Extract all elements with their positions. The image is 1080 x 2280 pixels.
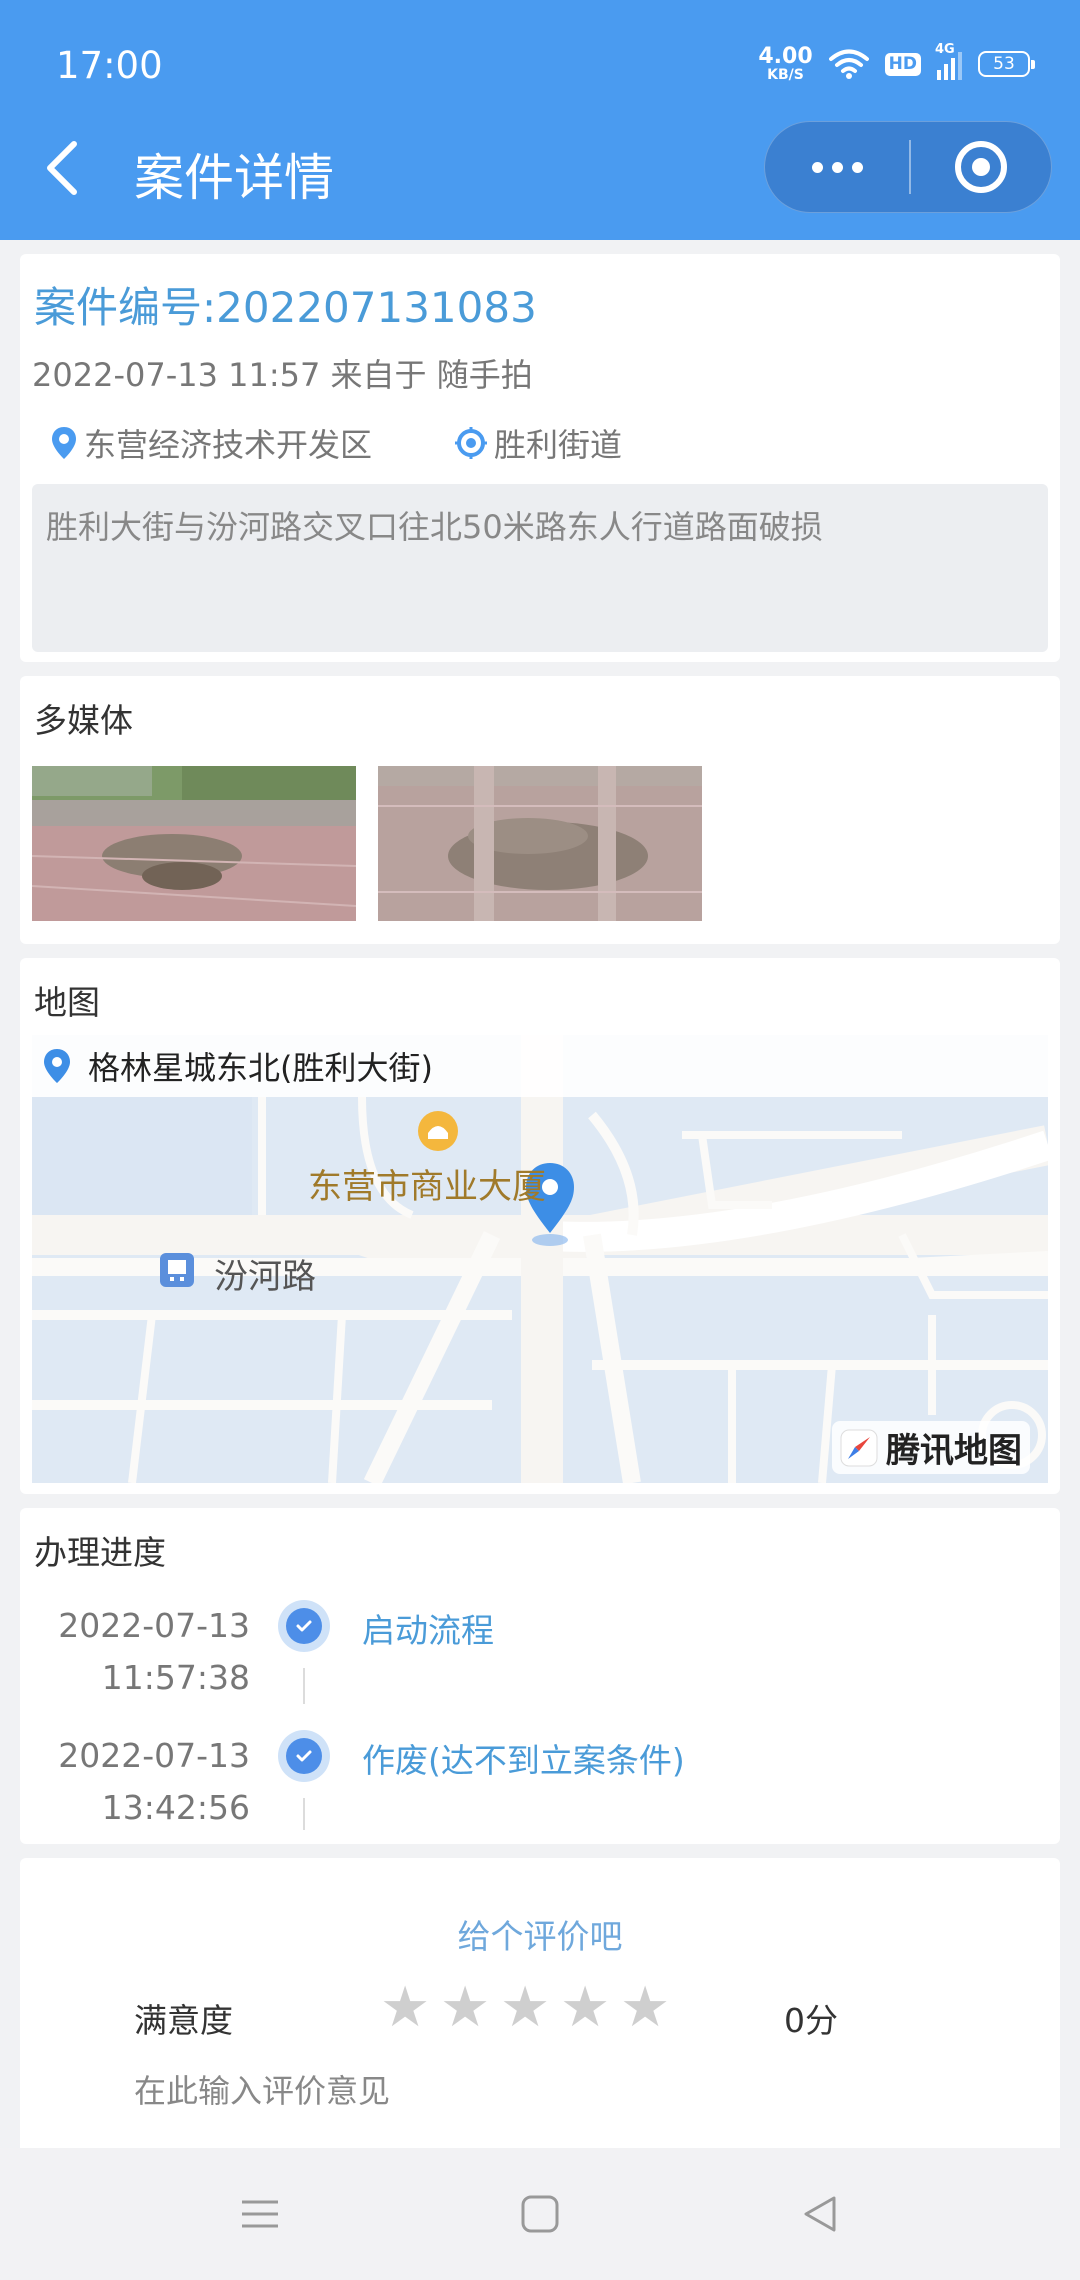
system-nav-bar: [0, 2148, 1080, 2280]
more-button[interactable]: [765, 122, 909, 212]
case-description: 胜利大街与汾河路交叉口往北50米路东人行道路面破损: [32, 484, 1048, 652]
map-view[interactable]: 东营市商业大厦 汾河路 格林星城东北(胜利大街) 腾讯地图: [32, 1035, 1048, 1483]
case-number: 案件编号:202207131083: [34, 283, 537, 332]
media-thumbnail[interactable]: [378, 766, 702, 921]
street-label: 胜利街道: [494, 426, 623, 464]
map-address-bar: 格林星城东北(胜利大街): [32, 1035, 1048, 1097]
battery-icon: 53: [978, 51, 1035, 77]
top-bar: 17:00 4.00 KB/S HD 4G 53 案件详情: [0, 0, 1080, 240]
progress-title: 办理进度: [34, 1533, 166, 1572]
map-card: 地图 东营市商业大厦 汾河路 格林星城东北(胜利大街) 腾讯地图: [20, 958, 1060, 1494]
district-label: 东营经济技术开发区: [84, 426, 373, 464]
step-label: 启动流程: [362, 1611, 494, 1650]
status-time: 17:00: [56, 44, 163, 87]
network-type-label: 4G: [935, 42, 955, 57]
signal-icon: 4G: [935, 42, 962, 80]
street-tag: 胜利街道: [454, 420, 622, 466]
star-icon[interactable]: ★: [440, 1980, 490, 2036]
satisfaction-label: 满意度: [134, 2001, 233, 2040]
map-logo: 腾讯地图: [832, 1421, 1030, 1474]
media-title: 多媒体: [34, 701, 133, 740]
hd-icon: HD: [884, 52, 921, 76]
step-time: 11:57:38: [101, 1658, 250, 1697]
case-meta: 2022-07-13 11:57 来自于 随手拍: [32, 356, 533, 394]
back-nav-icon[interactable]: [800, 2194, 840, 2234]
case-info-card: 案件编号:202207131083 2022-07-13 11:57 来自于 随…: [20, 254, 1060, 662]
step-date: 2022-07-13: [58, 1606, 250, 1645]
map-logo-label: 腾讯地图: [886, 1431, 1022, 1471]
star-icon[interactable]: ★: [560, 1980, 610, 2036]
star-rating: ★ ★ ★ ★ ★: [380, 1980, 670, 2036]
map-title: 地图: [34, 983, 100, 1022]
map-road-label: 汾河路: [214, 1257, 316, 1297]
wifi-icon: [828, 49, 869, 79]
net-speed-value: 4.00: [758, 44, 813, 69]
progress-card: 办理进度 2022-07-13 11:57:38 启动流程 2022-07-13…: [20, 1508, 1060, 1844]
rating-card: 给个评价吧 满意度 ★ ★ ★ ★ ★ 0分: [20, 1858, 1060, 2148]
net-speed: 4.00 KB/S: [758, 44, 813, 83]
locate-target-icon: [455, 427, 487, 459]
more-dot-icon: [811, 161, 823, 173]
rating-title: 给个评价吧: [457, 1917, 623, 1956]
target-icon: [955, 141, 1007, 193]
menu-icon[interactable]: [240, 2194, 280, 2234]
star-icon[interactable]: ★: [380, 1980, 430, 2036]
status-icons: 4.00 KB/S HD 4G 53: [758, 42, 1035, 86]
step-label: 作废(达不到立案条件): [362, 1741, 685, 1780]
timeline-line: [303, 1798, 305, 1830]
close-miniprogram-button[interactable]: [911, 122, 1051, 212]
media-card: 多媒体: [20, 676, 1060, 944]
comment-input[interactable]: [134, 2072, 934, 2110]
map-poi-label: 东营市商业大厦: [308, 1167, 546, 1207]
media-thumbnail[interactable]: [32, 766, 356, 921]
miniprogram-capsule: [764, 121, 1052, 213]
timeline-line: [303, 1668, 305, 1704]
step-date: 2022-07-13: [58, 1736, 250, 1775]
more-dot-icon: [831, 161, 843, 173]
star-icon[interactable]: ★: [620, 1980, 670, 2036]
district-tag: 东营经济技术开发区: [50, 420, 372, 466]
back-button[interactable]: [40, 136, 90, 200]
map-address: 格林星城东北(胜利大街): [88, 1049, 433, 1087]
location-pin-icon: [52, 427, 76, 459]
more-dot-icon: [851, 161, 863, 173]
rating-score: 0分: [784, 2001, 838, 2040]
compass-icon: [840, 1429, 878, 1466]
check-icon: [278, 1730, 330, 1782]
home-icon[interactable]: [520, 2194, 560, 2234]
check-icon: [278, 1600, 330, 1652]
step-time: 13:42:56: [101, 1788, 250, 1827]
net-speed-unit: KB/S: [767, 67, 804, 83]
location-pin-icon: [44, 1049, 70, 1083]
star-icon[interactable]: ★: [500, 1980, 550, 2036]
page-title: 案件详情: [134, 149, 334, 207]
